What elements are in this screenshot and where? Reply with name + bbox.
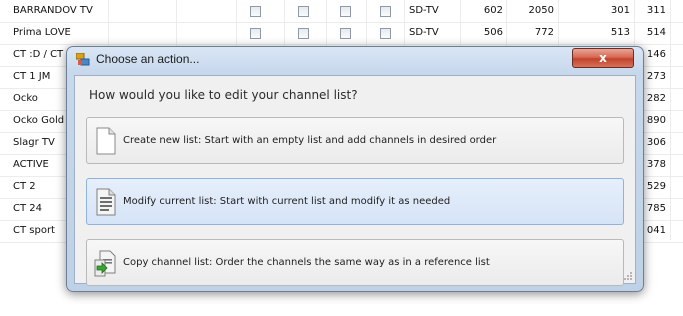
copy-list-icon (94, 250, 116, 277)
row-checkbox[interactable] (340, 28, 351, 39)
row-checkbox[interactable] (250, 28, 261, 39)
row-checkbox[interactable] (380, 6, 391, 17)
row-checkbox[interactable] (298, 28, 309, 39)
copy-channel-list-label: Copy channel list: Order the channels th… (123, 257, 490, 268)
app-icon (76, 53, 90, 66)
document-lines-icon (96, 188, 116, 216)
number-cell: 311 (646, 5, 666, 16)
blank-page-icon (96, 127, 116, 155)
number-cell: 513 (610, 27, 630, 38)
dialog-titlebar[interactable]: Choose an action... x (67, 47, 643, 73)
channel-type-cell: SD-TV (409, 27, 439, 38)
modify-current-list-label: Modify current list: Start with current … (123, 196, 451, 207)
dialog-question: How would you like to edit your channel … (89, 88, 358, 102)
number-cell: 514 (646, 27, 666, 38)
row-checkbox[interactable] (298, 6, 309, 17)
channel-name-cell: BARRANDOV TV (13, 5, 93, 16)
create-new-list-label: Create new list: Start with an empty lis… (123, 135, 497, 146)
close-button[interactable]: x (572, 48, 634, 68)
copy-channel-list-button[interactable]: Copy channel list: Order the channels th… (86, 239, 624, 286)
table-row[interactable]: Prima LOVE SD-TV 506 772 513 514 (0, 22, 683, 45)
row-checkbox[interactable] (340, 6, 351, 17)
channel-name-cell: Prima LOVE (13, 27, 71, 38)
dialog-title: Choose an action... (96, 52, 200, 66)
choose-action-dialog: Choose an action... x How would you like… (66, 46, 644, 292)
row-checkbox[interactable] (380, 28, 391, 39)
row-checkbox[interactable] (250, 6, 261, 17)
resize-grip-icon[interactable] (623, 271, 633, 281)
number-cell: 2050 (528, 5, 554, 16)
create-new-list-button[interactable]: Create new list: Start with an empty lis… (86, 117, 624, 164)
table-row[interactable]: BARRANDOV TV SD-TV 602 2050 301 311 (0, 0, 683, 23)
dialog-body: How would you like to edit your channel … (74, 75, 636, 286)
close-icon: x (599, 51, 607, 65)
number-cell: 772 (534, 27, 554, 38)
number-cell: 602 (483, 5, 503, 16)
channel-type-cell: SD-TV (409, 5, 439, 16)
number-cell: 301 (610, 5, 630, 16)
modify-current-list-button[interactable]: Modify current list: Start with current … (86, 178, 624, 225)
number-cell: 506 (483, 27, 503, 38)
